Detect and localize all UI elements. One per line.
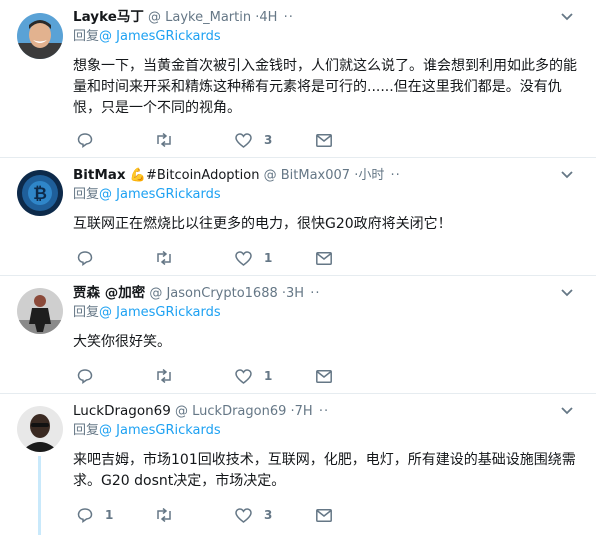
- like-button[interactable]: 1: [235, 367, 272, 385]
- tweet-header: Layke马丁 @ Layke_Martin ·4H ··: [73, 9, 294, 26]
- reply-prefix: 回复: [73, 187, 100, 202]
- retweet-button[interactable]: [155, 131, 185, 149]
- reply-button[interactable]: [77, 249, 105, 267]
- chevron-down-icon[interactable]: [561, 406, 573, 416]
- reply-to-link[interactable]: @ JamesGRickards: [99, 29, 221, 44]
- reply-button[interactable]: 1: [77, 506, 113, 524]
- retweet-icon: [157, 133, 171, 147]
- chevron-down-icon[interactable]: [561, 288, 573, 298]
- tweet-header: LuckDragon69 @ LuckDragon69 ·7H ··: [73, 403, 329, 420]
- tweet-header: 贾森 @加密 @ JasonCrypto1688 ·3H ··: [73, 285, 320, 302]
- heart-icon: [235, 250, 252, 266]
- reply-count: 1: [105, 508, 114, 522]
- action-bar: 1: [77, 249, 337, 267]
- tweet-text: 想象一下，当黄金首次被引入金钱时，人们就这么说了。谁会想到利用如此多的能量和时间…: [73, 58, 577, 116]
- reply-context: 回复@ JamesGRickards: [73, 305, 221, 321]
- handle[interactable]: @ LuckDragon69: [175, 404, 286, 419]
- reply-icon: [77, 133, 93, 148]
- more-dots: ··: [283, 10, 294, 25]
- retweet-button[interactable]: [155, 367, 185, 385]
- handle[interactable]: @ JasonCrypto1688: [149, 286, 277, 301]
- timestamp[interactable]: ·小时: [354, 168, 384, 183]
- like-count: 1: [264, 369, 273, 383]
- envelope-icon: [316, 251, 332, 265]
- like-button[interactable]: 3: [235, 131, 272, 149]
- reply-icon: [77, 251, 93, 266]
- retweet-button[interactable]: [155, 506, 185, 524]
- reply-context: 回复@ JamesGRickards: [73, 29, 221, 45]
- heart-icon: [235, 368, 252, 384]
- tweet[interactable]: ₿ BitMax 💪#BitcoinAdoption @ BitMax007 ·…: [0, 158, 596, 276]
- more-dots: ··: [390, 168, 401, 183]
- reply-to-link[interactable]: @ JamesGRickards: [99, 423, 221, 438]
- display-name[interactable]: 贾森 @加密: [73, 285, 145, 301]
- reply-icon: [77, 369, 93, 384]
- tweet[interactable]: 贾森 @加密 @ JasonCrypto1688 ·3H ·· 回复@ Jame…: [0, 276, 596, 394]
- reply-context: 回复@ JamesGRickards: [73, 423, 221, 439]
- retweet-icon: [157, 251, 171, 265]
- direct-message-button[interactable]: [316, 506, 332, 524]
- retweet-icon: [157, 369, 171, 383]
- action-bar: 1 3: [77, 506, 337, 524]
- tweet-text: 大笑你很好笑。: [73, 334, 171, 350]
- avatar[interactable]: [17, 406, 63, 452]
- reply-icon: [77, 508, 93, 523]
- reply-to-link[interactable]: @ JamesGRickards: [99, 305, 221, 320]
- tweet-header: BitMax 💪#BitcoinAdoption @ BitMax007 ·小时…: [73, 167, 401, 184]
- handle[interactable]: @ Layke_Martin: [148, 10, 251, 25]
- action-bar: 3: [77, 131, 337, 149]
- action-bar: 1: [77, 367, 337, 385]
- like-count: 3: [264, 508, 273, 522]
- hashtag[interactable]: #BitcoinAdoption: [146, 168, 260, 183]
- reply-button[interactable]: [77, 131, 105, 149]
- display-name[interactable]: LuckDragon69: [73, 403, 171, 419]
- tweet[interactable]: LuckDragon69 @ LuckDragon69 ·7H ·· 回复@ J…: [0, 394, 596, 535]
- envelope-icon: [316, 133, 332, 147]
- display-name[interactable]: BitMax: [73, 167, 126, 183]
- tweet[interactable]: Layke马丁 @ Layke_Martin ·4H ·· 回复@ JamesG…: [0, 0, 596, 158]
- direct-message-button[interactable]: [316, 367, 332, 385]
- avatar[interactable]: ₿: [17, 170, 63, 216]
- reply-context: 回复@ JamesGRickards: [73, 187, 221, 203]
- avatar[interactable]: [17, 13, 63, 59]
- handle[interactable]: @ BitMax007: [264, 168, 350, 183]
- avatar[interactable]: [17, 288, 63, 334]
- retweet-icon: [157, 508, 171, 522]
- svg-text:₿: ₿: [33, 184, 47, 204]
- envelope-icon: [316, 369, 332, 383]
- reply-prefix: 回复: [73, 29, 100, 44]
- heart-icon: [235, 132, 252, 148]
- tweet-text: 来吧吉姆，市场101回收技术，互联网，化肥，电灯，所有建设的基础设施围绕需求。G…: [73, 452, 576, 489]
- tweet-text: 互联网正在燃烧比以往更多的电力，很快G20政府将关闭它！: [73, 216, 452, 232]
- reply-button[interactable]: [77, 367, 105, 385]
- like-count: 3: [264, 133, 273, 147]
- more-dots: ··: [310, 286, 321, 301]
- more-dots: ··: [318, 404, 330, 419]
- timestamp[interactable]: ·7H: [291, 404, 313, 419]
- like-button[interactable]: 1: [235, 249, 272, 267]
- chevron-down-icon[interactable]: [561, 170, 573, 180]
- reply-prefix: 回复: [73, 423, 100, 438]
- chevron-down-icon[interactable]: [561, 12, 573, 22]
- direct-message-button[interactable]: [316, 131, 332, 149]
- retweet-button[interactable]: [155, 249, 185, 267]
- direct-message-button[interactable]: [316, 249, 332, 267]
- timestamp[interactable]: ·3H: [282, 286, 304, 301]
- thread-line: [38, 456, 41, 535]
- like-button[interactable]: 3: [235, 506, 272, 524]
- flexed-biceps-emoji: 💪: [129, 168, 146, 183]
- envelope-icon: [316, 508, 332, 522]
- reply-to-link[interactable]: @ JamesGRickards: [99, 187, 221, 202]
- timestamp[interactable]: ·4H: [255, 10, 277, 25]
- like-count: 1: [264, 251, 273, 265]
- heart-icon: [235, 507, 252, 523]
- reply-prefix: 回复: [73, 305, 100, 320]
- display-name[interactable]: Layke马丁: [73, 9, 144, 25]
